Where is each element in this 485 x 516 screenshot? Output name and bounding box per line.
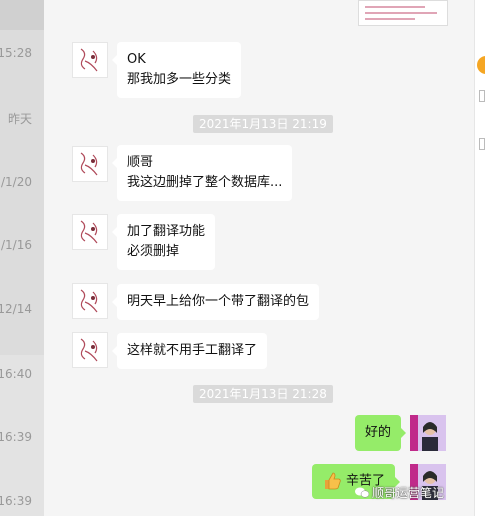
timestamp: 2021年1月13日 21:19 xyxy=(193,115,333,133)
conversation-time: /1/20 xyxy=(1,175,32,189)
my-avatar[interactable] xyxy=(410,415,446,451)
message-text: 好的 xyxy=(365,425,392,440)
checkbox-icon[interactable] xyxy=(479,90,485,102)
watermark-text: 顺哥运营笔记 xyxy=(372,486,445,500)
right-panel-edge xyxy=(474,0,485,516)
message-bubble[interactable]: 这样就不用手工翻译了 xyxy=(111,333,268,369)
conversation-time: 15:28 xyxy=(0,46,32,60)
conversation-time: /1/16 xyxy=(1,238,32,252)
checkbox-icon[interactable] xyxy=(479,138,485,150)
conversation-time: 16:39 xyxy=(0,430,32,444)
conversation-time: 12/14 xyxy=(0,302,32,316)
timestamp: 2021年1月13日 21:28 xyxy=(193,385,333,403)
list-item-selected[interactable] xyxy=(0,0,44,30)
contact-avatar[interactable] xyxy=(72,214,108,250)
message-bubble[interactable]: 顺哥 我这边删掉了整个数据库... xyxy=(111,145,293,201)
contact-avatar[interactable] xyxy=(72,42,108,78)
contact-avatar[interactable] xyxy=(72,146,108,182)
conversation-time: 16:40 xyxy=(0,367,32,381)
conversation-time: 昨天 xyxy=(7,112,32,126)
message-text: 这样就不用手工翻译了 xyxy=(127,343,258,358)
chat-panel: OK 那我加多一些分类 2021年1月13日 21:19 顺哥 我这边删掉了整个… xyxy=(44,0,474,516)
wechat-logo-icon xyxy=(355,487,370,498)
message-text: 我这边删掉了整个数据库... xyxy=(127,175,283,190)
message-text: 加了翻译功能 xyxy=(127,224,206,239)
message-text: 必须删掉 xyxy=(127,244,180,259)
message-bubble[interactable]: OK 那我加多一些分类 xyxy=(111,42,242,98)
message-text: 顺哥 xyxy=(127,155,154,170)
message-text: 明天早上给你一个带了翻译的包 xyxy=(127,294,310,309)
my-message-bubble[interactable]: 好的 xyxy=(355,415,407,451)
image-message-thumbnail[interactable] xyxy=(358,0,448,26)
contact-avatar[interactable] xyxy=(72,283,108,319)
thumbs-up-icon xyxy=(325,472,341,490)
notification-badge[interactable] xyxy=(477,56,485,74)
conversation-list-edge: 15:28 昨天 /1/20 /1/16 12/14 16:40 16:39 1… xyxy=(0,0,44,516)
conversation-time: 16:39 xyxy=(0,494,32,508)
message-bubble[interactable]: 明天早上给你一个带了翻译的包 xyxy=(111,284,320,320)
message-text: OK xyxy=(127,52,146,67)
contact-avatar[interactable] xyxy=(72,332,108,368)
message-bubble[interactable]: 加了翻译功能 必须删掉 xyxy=(111,214,216,270)
watermark: 顺哥运营笔记 xyxy=(355,484,444,501)
message-text: 那我加多一些分类 xyxy=(127,72,232,87)
